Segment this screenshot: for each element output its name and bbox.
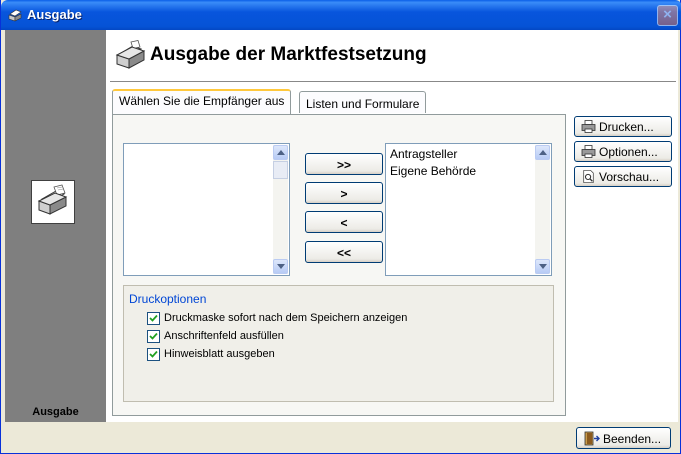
checkmark-icon xyxy=(149,350,158,358)
header-divider xyxy=(110,81,676,82)
checkmark-icon xyxy=(149,314,158,322)
preview-button[interactable]: Vorschau... xyxy=(574,166,672,187)
print-button[interactable]: Drucken... xyxy=(574,116,672,137)
available-list-scrollbar[interactable] xyxy=(273,145,288,274)
tab-lists-forms[interactable]: Listen und Formulare xyxy=(299,91,427,113)
printer-icon xyxy=(8,9,22,22)
add-button[interactable]: > xyxy=(305,182,383,204)
available-recipients-list[interactable] xyxy=(123,143,290,276)
scroll-down-button[interactable] xyxy=(273,259,288,274)
checkmark-icon xyxy=(149,332,158,340)
add-all-button[interactable]: >> xyxy=(305,153,383,175)
scroll-down-button[interactable] xyxy=(535,259,550,274)
tab-recipients[interactable]: Wählen Sie die Empfänger aus xyxy=(112,89,292,114)
remove-button[interactable]: < xyxy=(305,211,383,233)
exit-label: Beenden... xyxy=(603,432,662,446)
exit-button[interactable]: Beenden... xyxy=(576,427,671,449)
title-bar[interactable]: Ausgabe × xyxy=(1,0,681,30)
sidebar-label: Ausgabe xyxy=(32,406,79,418)
scroll-up-button[interactable] xyxy=(535,145,550,160)
page-title: Ausgabe der Marktfestsetzung xyxy=(150,44,427,65)
printer-icon xyxy=(581,120,596,133)
options-button[interactable]: Optionen... xyxy=(574,141,672,162)
option-label: Hinweisblatt ausgeben xyxy=(164,348,275,360)
option-label: Druckmaske sofort nach dem Speichern anz… xyxy=(164,312,408,324)
close-button[interactable]: × xyxy=(657,5,678,26)
list-item[interactable]: Eigene Behörde xyxy=(390,164,476,178)
sidebar-panel: Ausgabe xyxy=(5,30,106,422)
selected-list-scrollbar[interactable] xyxy=(535,145,550,274)
main-content: Ausgabe der Marktfestsetzung Wählen Sie … xyxy=(106,30,678,422)
options-label: Optionen... xyxy=(599,145,658,159)
scroll-thumb[interactable] xyxy=(273,161,288,179)
app-window: Ausgabe × Ausgabe Ausgabe der Marktfests… xyxy=(0,0,681,454)
print-options-group: Druckoptionen Druckmaske sofort nach dem… xyxy=(123,285,554,402)
selected-recipients-list[interactable]: Antragsteller Eigene Behörde xyxy=(385,143,552,276)
preview-icon xyxy=(583,170,594,183)
sidebar-printer-tile xyxy=(31,180,75,224)
window-title: Ausgabe xyxy=(27,7,82,22)
option-label: Anschriftenfeld ausfüllen xyxy=(164,330,284,342)
tab-panel-recipients: >> > < << Antragsteller Eigene Behörde D… xyxy=(112,114,566,416)
printer-icon xyxy=(37,184,68,215)
exit-door-icon xyxy=(584,431,600,446)
printer-icon xyxy=(581,145,596,158)
preview-label: Vorschau... xyxy=(599,170,660,184)
remove-all-button[interactable]: << xyxy=(305,241,383,263)
checkbox[interactable] xyxy=(147,312,160,325)
print-options-title: Druckoptionen xyxy=(129,292,207,306)
checkbox[interactable] xyxy=(147,330,160,343)
list-item[interactable]: Antragsteller xyxy=(390,147,457,161)
print-label: Drucken... xyxy=(599,120,654,134)
scroll-up-button[interactable] xyxy=(273,145,288,160)
printer-icon xyxy=(115,40,146,69)
checkbox[interactable] xyxy=(147,348,160,361)
close-icon: × xyxy=(663,6,672,23)
